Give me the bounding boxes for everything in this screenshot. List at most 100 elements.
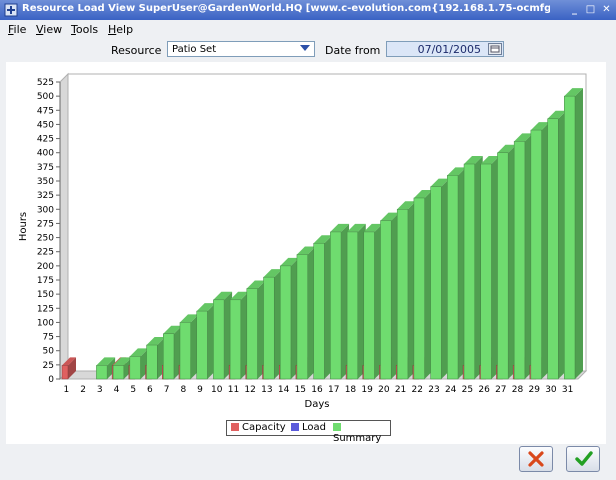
summary-bar xyxy=(413,189,433,380)
summary-bar xyxy=(497,144,517,380)
y-tick-label: 150 xyxy=(37,290,54,300)
date-field[interactable]: 07/01/2005 xyxy=(386,41,504,57)
ok-check-icon xyxy=(575,451,593,466)
x-tick-label: 3 xyxy=(97,385,103,395)
cancel-x-icon xyxy=(528,451,544,467)
summary-bar xyxy=(296,246,316,380)
summary-bar xyxy=(330,223,350,380)
summary-bar xyxy=(279,257,299,380)
summary-bar xyxy=(430,178,450,380)
y-tick-label: 175 xyxy=(37,276,54,286)
x-tick-label: 29 xyxy=(528,385,540,395)
y-tick-label: 525 xyxy=(37,78,54,88)
load-swatch-icon xyxy=(291,423,299,431)
summary-bar xyxy=(346,223,366,380)
x-tick-label: 21 xyxy=(395,385,406,395)
y-tick-label: 375 xyxy=(37,163,54,173)
x-tick-label: 18 xyxy=(345,385,357,395)
summary-bar xyxy=(196,303,216,380)
x-tick-label: 27 xyxy=(495,385,506,395)
ok-button[interactable] xyxy=(566,446,600,472)
y-tick-label: 200 xyxy=(37,262,54,272)
x-tick-label: 10 xyxy=(211,385,223,395)
x-tick-label: 9 xyxy=(197,385,203,395)
y-tick-label: 75 xyxy=(43,333,54,343)
chart-left-wall xyxy=(59,72,69,381)
menu-view[interactable]: View xyxy=(36,23,62,36)
summary-bar xyxy=(447,167,467,380)
close-button[interactable]: ✕ xyxy=(600,3,613,16)
x-tick-label: 16 xyxy=(311,385,323,395)
y-tick-label: 0 xyxy=(48,375,54,385)
summary-bar xyxy=(513,133,533,380)
maximize-button[interactable]: □ xyxy=(584,3,597,16)
menu-tools[interactable]: Tools xyxy=(71,23,98,36)
legend-item-summary: Summary xyxy=(333,422,390,444)
x-tick-label: 11 xyxy=(228,385,239,395)
chevron-down-icon[interactable] xyxy=(300,45,310,51)
y-tick-label: 250 xyxy=(37,234,54,244)
y-tick-label: 475 xyxy=(37,106,54,116)
filter-row: Resource Patio Set Date from 07/01/2005 xyxy=(0,40,616,60)
menu-help[interactable]: Help xyxy=(108,23,133,36)
menu-file[interactable]: File xyxy=(8,23,26,36)
summary-bar xyxy=(363,223,383,380)
x-tick-label: 7 xyxy=(164,385,170,395)
y-tick-label: 400 xyxy=(37,149,54,159)
summary-bar xyxy=(480,156,500,380)
summary-bar xyxy=(313,235,333,380)
resource-label: Resource xyxy=(111,44,162,57)
y-tick-label: 500 xyxy=(37,92,54,102)
y-tick-label: 450 xyxy=(37,120,54,130)
y-tick-label: 225 xyxy=(37,248,54,258)
y-tick-label: 50 xyxy=(43,347,55,357)
summary-bar xyxy=(463,156,483,380)
x-tick-label: 28 xyxy=(512,385,524,395)
summary-bar xyxy=(246,280,266,380)
x-tick-label: 24 xyxy=(445,385,457,395)
y-tick-label: 275 xyxy=(37,219,54,229)
summary-bar xyxy=(380,212,400,380)
title-bar: Resource Load View SuperUser@GardenWorld… xyxy=(0,0,616,20)
menu-file-rest: ile xyxy=(13,23,27,36)
y-axis-label: Hours xyxy=(18,212,29,241)
x-tick-label: 31 xyxy=(562,385,573,395)
summary-bar xyxy=(547,110,567,380)
x-tick-label: 5 xyxy=(130,385,136,395)
resource-load-chart: 0255075100125150175200225250275300325350… xyxy=(18,72,588,410)
chart-panel: 0 25 50 75 100 125 150 175 200 225 250 275 300 325 350… xyxy=(6,62,606,444)
x-tick-label: 12 xyxy=(244,385,255,395)
resource-select-value: Patio Set xyxy=(172,44,217,55)
chart-legend: Capacity Load Summary xyxy=(226,420,391,444)
menu-bar: File View Tools Help xyxy=(0,20,616,38)
x-tick-label: 15 xyxy=(295,385,306,395)
y-tick-label: 350 xyxy=(37,177,54,187)
x-tick-label: 30 xyxy=(545,385,557,395)
legend-item-capacity: Capacity xyxy=(231,422,286,433)
y-tick-label: 125 xyxy=(37,304,54,314)
resource-select[interactable]: Patio Set xyxy=(167,41,315,57)
x-tick-label: 1 xyxy=(63,385,69,395)
x-tick-label: 6 xyxy=(147,385,153,395)
y-tick-label: 100 xyxy=(37,318,54,328)
x-tick-label: 4 xyxy=(114,385,120,395)
y-tick-label: 25 xyxy=(43,361,54,371)
x-tick-label: 25 xyxy=(462,385,473,395)
app-icon xyxy=(4,3,18,17)
x-tick-label: 14 xyxy=(278,385,290,395)
minimize-button[interactable]: _ xyxy=(568,3,581,16)
summary-bar xyxy=(179,314,199,380)
window-title: Resource Load View SuperUser@GardenWorld… xyxy=(22,3,550,14)
cancel-button[interactable] xyxy=(519,446,553,472)
x-tick-label: 23 xyxy=(428,385,439,395)
summary-bar xyxy=(530,122,550,380)
x-tick-label: 22 xyxy=(412,385,423,395)
calendar-icon[interactable] xyxy=(488,43,502,55)
x-tick-label: 19 xyxy=(361,385,373,395)
date-label: Date from xyxy=(325,44,381,57)
summary-bar xyxy=(396,201,416,380)
x-axis-label: Days xyxy=(305,399,330,410)
y-tick-label: 425 xyxy=(37,135,54,145)
x-tick-label: 13 xyxy=(261,385,272,395)
x-tick-label: 26 xyxy=(478,385,490,395)
